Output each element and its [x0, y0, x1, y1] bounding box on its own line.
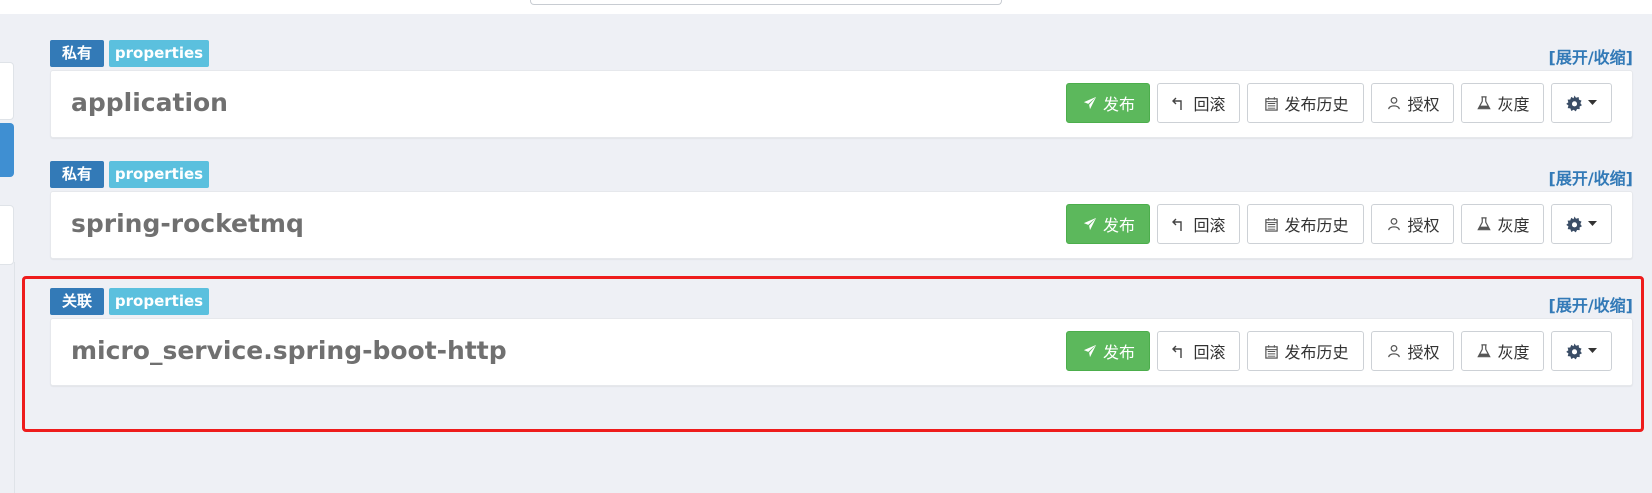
grayscale-button[interactable]: 灰度	[1461, 83, 1544, 123]
publish-button[interactable]: 发布	[1066, 204, 1150, 244]
publish-history-button[interactable]: 发布历史	[1247, 83, 1364, 123]
paper-plane-icon	[1081, 94, 1099, 112]
left-side-panel	[0, 205, 14, 265]
caret-down-icon	[1588, 215, 1598, 233]
calendar-icon	[1262, 215, 1280, 233]
user-icon	[1385, 94, 1403, 112]
publish-label: 发布	[1102, 343, 1135, 362]
publish-button[interactable]: 发布	[1066, 331, 1150, 371]
user-icon	[1385, 342, 1403, 360]
grayscale-button[interactable]: 灰度	[1461, 204, 1544, 244]
publish-label: 发布	[1102, 95, 1135, 114]
namespace-header: 关联 properties [展开/收缩]	[50, 288, 1633, 318]
namespace-name: application	[71, 88, 228, 117]
namespace-format-badge: properties	[109, 288, 209, 315]
caret-down-icon	[1588, 94, 1598, 112]
left-divider	[14, 262, 15, 493]
publish-history-button[interactable]: 发布历史	[1247, 331, 1364, 371]
namespace-actions: 发布 回滚 发布历史 授权 灰度	[1066, 83, 1612, 123]
namespace-format-badge: properties	[109, 40, 209, 67]
namespace-panel: 关联 properties [展开/收缩] micro_service.spri…	[50, 288, 1633, 386]
authorize-button[interactable]: 授权	[1371, 83, 1454, 123]
authorize-label: 授权	[1407, 343, 1440, 362]
settings-dropdown-button[interactable]	[1551, 83, 1612, 123]
settings-dropdown-button[interactable]	[1551, 204, 1612, 244]
namespace-header: 私有 properties [展开/收缩]	[50, 40, 1633, 70]
rollback-label: 回滚	[1193, 216, 1226, 235]
namespace-actions: 发布 回滚 发布历史 授权 灰度	[1066, 331, 1612, 371]
rollback-label: 回滚	[1193, 95, 1226, 114]
gear-icon	[1566, 94, 1584, 112]
paper-plane-icon	[1081, 342, 1099, 360]
flask-icon	[1475, 342, 1493, 360]
namespace-header: 私有 properties [展开/收缩]	[50, 161, 1633, 191]
namespace-panel: 私有 properties [展开/收缩] application 发布 回滚 …	[50, 40, 1633, 138]
namespace-body: application 发布 回滚 发布历史 授权 灰度	[50, 70, 1633, 138]
authorize-button[interactable]: 授权	[1371, 204, 1454, 244]
undo-icon	[1171, 342, 1189, 360]
caret-down-icon	[1588, 342, 1598, 360]
grayscale-label: 灰度	[1497, 95, 1530, 114]
expand-collapse-link[interactable]: [展开/收缩]	[1549, 292, 1633, 316]
namespace-type-badge: 关联	[50, 288, 104, 315]
namespace-name: spring-rocketmq	[71, 209, 304, 238]
namespace-body: micro_service.spring-boot-http 发布 回滚 发布历…	[50, 318, 1633, 386]
paper-plane-icon	[1081, 215, 1099, 233]
expand-collapse-link[interactable]: [展开/收缩]	[1549, 165, 1633, 189]
publish-button[interactable]: 发布	[1066, 83, 1150, 123]
calendar-icon	[1262, 342, 1280, 360]
publish-history-label: 发布历史	[1284, 216, 1349, 235]
left-side-tab[interactable]	[0, 123, 14, 177]
rollback-button[interactable]: 回滚	[1157, 204, 1240, 244]
flask-icon	[1475, 94, 1493, 112]
authorize-label: 授权	[1407, 95, 1440, 114]
namespace-body: spring-rocketmq 发布 回滚 发布历史 授权 灰度	[50, 191, 1633, 259]
top-search-input[interactable]	[530, 0, 1002, 5]
left-side-panel	[0, 62, 14, 120]
gear-icon	[1566, 342, 1584, 360]
authorize-button[interactable]: 授权	[1371, 331, 1454, 371]
publish-history-label: 发布历史	[1284, 343, 1349, 362]
user-icon	[1385, 215, 1403, 233]
grayscale-label: 灰度	[1497, 216, 1530, 235]
rollback-button[interactable]: 回滚	[1157, 331, 1240, 371]
publish-history-label: 发布历史	[1284, 95, 1349, 114]
namespace-panel: 私有 properties [展开/收缩] spring-rocketmq 发布…	[50, 161, 1633, 259]
namespace-format-badge: properties	[109, 161, 209, 188]
namespace-actions: 发布 回滚 发布历史 授权 灰度	[1066, 204, 1612, 244]
gear-icon	[1566, 215, 1584, 233]
rollback-button[interactable]: 回滚	[1157, 83, 1240, 123]
expand-collapse-link[interactable]: [展开/收缩]	[1549, 44, 1633, 68]
calendar-icon	[1262, 94, 1280, 112]
authorize-label: 授权	[1407, 216, 1440, 235]
undo-icon	[1171, 215, 1189, 233]
rollback-label: 回滚	[1193, 343, 1226, 362]
flask-icon	[1475, 215, 1493, 233]
namespace-name: micro_service.spring-boot-http	[71, 336, 507, 365]
publish-label: 发布	[1102, 216, 1135, 235]
settings-dropdown-button[interactable]	[1551, 331, 1612, 371]
namespace-type-badge: 私有	[50, 161, 104, 188]
publish-history-button[interactable]: 发布历史	[1247, 204, 1364, 244]
grayscale-label: 灰度	[1497, 343, 1530, 362]
namespace-type-badge: 私有	[50, 40, 104, 67]
undo-icon	[1171, 94, 1189, 112]
grayscale-button[interactable]: 灰度	[1461, 331, 1544, 371]
